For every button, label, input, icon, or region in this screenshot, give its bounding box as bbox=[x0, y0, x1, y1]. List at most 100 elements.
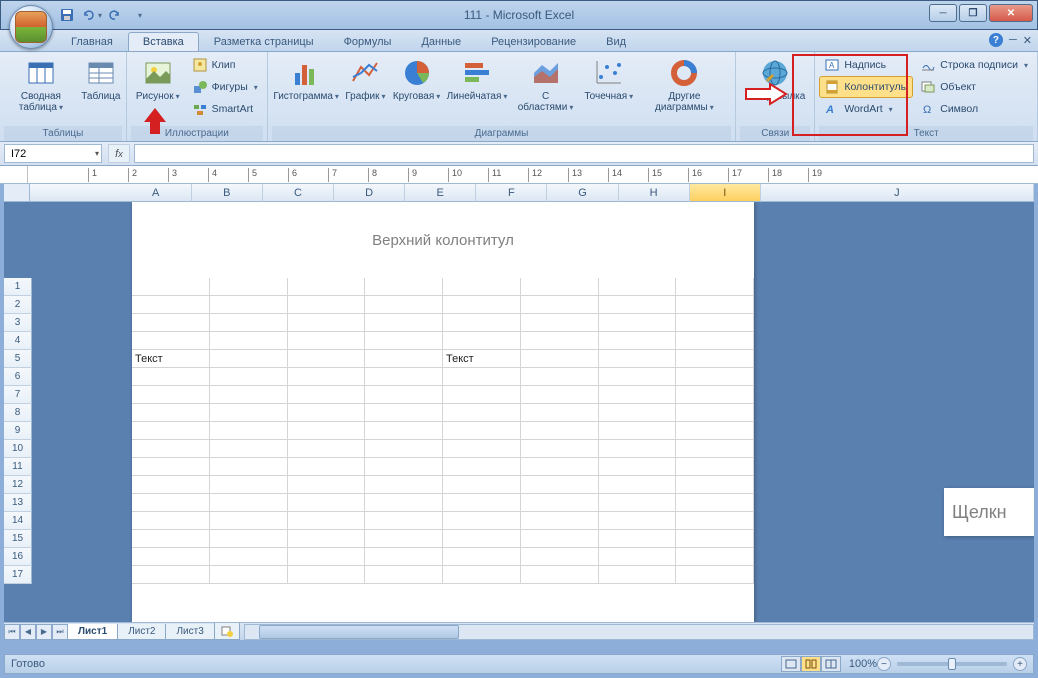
cell[interactable] bbox=[210, 278, 288, 296]
cell[interactable] bbox=[210, 296, 288, 314]
cell[interactable] bbox=[365, 440, 443, 458]
cell[interactable] bbox=[443, 404, 521, 422]
cell[interactable] bbox=[443, 368, 521, 386]
row-header[interactable]: 1 bbox=[4, 278, 32, 296]
cell[interactable] bbox=[288, 566, 366, 584]
cell[interactable] bbox=[210, 404, 288, 422]
sheet-tab-3[interactable]: Лист3 bbox=[165, 624, 214, 640]
cell[interactable] bbox=[210, 440, 288, 458]
cell[interactable] bbox=[132, 368, 210, 386]
cell[interactable] bbox=[676, 404, 754, 422]
cell[interactable] bbox=[132, 386, 210, 404]
cell[interactable] bbox=[365, 278, 443, 296]
smartart-button[interactable]: SmartArt bbox=[187, 98, 263, 120]
column-header[interactable]: D bbox=[334, 184, 405, 202]
row-header[interactable]: 17 bbox=[4, 566, 32, 584]
bar-chart-button[interactable]: Линейчатая▾ bbox=[445, 54, 509, 105]
maximize-button[interactable]: ❐ bbox=[959, 4, 987, 22]
cell[interactable] bbox=[599, 296, 677, 314]
cell[interactable] bbox=[599, 548, 677, 566]
cell[interactable] bbox=[210, 350, 288, 368]
sheet-nav-prev[interactable]: ◀ bbox=[20, 624, 36, 640]
tab-data[interactable]: Данные bbox=[406, 32, 476, 51]
cell[interactable] bbox=[210, 422, 288, 440]
chevron-down-icon[interactable]: ▾ bbox=[95, 149, 99, 158]
cell[interactable] bbox=[521, 566, 599, 584]
cell[interactable] bbox=[288, 530, 366, 548]
fx-button[interactable]: fx bbox=[108, 144, 130, 163]
page-header-area[interactable]: Верхний колонтитул bbox=[132, 202, 754, 278]
cell[interactable] bbox=[676, 458, 754, 476]
cell[interactable] bbox=[210, 332, 288, 350]
cell[interactable] bbox=[365, 512, 443, 530]
cell[interactable] bbox=[443, 530, 521, 548]
cell[interactable] bbox=[599, 512, 677, 530]
view-page-layout-button[interactable] bbox=[801, 656, 821, 672]
horizontal-scrollbar[interactable] bbox=[244, 624, 1034, 640]
clip-button[interactable]: Клип bbox=[187, 54, 263, 76]
cell[interactable] bbox=[599, 278, 677, 296]
column-header[interactable]: F bbox=[476, 184, 547, 202]
cell[interactable] bbox=[288, 476, 366, 494]
cell[interactable] bbox=[132, 314, 210, 332]
cell[interactable] bbox=[288, 278, 366, 296]
tab-home[interactable]: Главная bbox=[56, 32, 128, 51]
next-page-hint[interactable]: Щелкн bbox=[944, 488, 1034, 536]
cell[interactable] bbox=[676, 512, 754, 530]
cell[interactable] bbox=[132, 566, 210, 584]
column-header[interactable]: C bbox=[263, 184, 334, 202]
cell[interactable] bbox=[676, 566, 754, 584]
cell[interactable] bbox=[443, 512, 521, 530]
cell[interactable] bbox=[443, 386, 521, 404]
cell[interactable] bbox=[443, 296, 521, 314]
cell[interactable] bbox=[521, 314, 599, 332]
cell[interactable] bbox=[288, 368, 366, 386]
zoom-slider-thumb[interactable] bbox=[948, 658, 956, 670]
row-header[interactable]: 4 bbox=[4, 332, 32, 350]
row-header[interactable]: 6 bbox=[4, 368, 32, 386]
cell[interactable] bbox=[599, 530, 677, 548]
cell[interactable] bbox=[676, 530, 754, 548]
cell[interactable] bbox=[132, 422, 210, 440]
cell[interactable] bbox=[365, 548, 443, 566]
view-page-break-button[interactable] bbox=[821, 656, 841, 672]
save-button[interactable] bbox=[57, 5, 77, 25]
column-header[interactable]: I bbox=[690, 184, 761, 202]
cell[interactable] bbox=[132, 494, 210, 512]
cell[interactable] bbox=[599, 494, 677, 512]
cell[interactable] bbox=[676, 332, 754, 350]
cell[interactable] bbox=[132, 548, 210, 566]
cell[interactable] bbox=[599, 566, 677, 584]
scrollbar-thumb[interactable] bbox=[259, 625, 459, 639]
cell[interactable] bbox=[288, 512, 366, 530]
cell[interactable] bbox=[365, 404, 443, 422]
cell[interactable] bbox=[676, 476, 754, 494]
column-header[interactable]: A bbox=[121, 184, 192, 202]
cell[interactable] bbox=[210, 512, 288, 530]
row-header[interactable]: 5 bbox=[4, 350, 32, 368]
column-header[interactable]: B bbox=[192, 184, 263, 202]
cells-grid[interactable]: ТекстТекст bbox=[132, 278, 754, 584]
sheet-nav-next[interactable]: ▶ bbox=[36, 624, 52, 640]
object-button[interactable]: Объект bbox=[915, 76, 1033, 98]
cell[interactable] bbox=[365, 476, 443, 494]
cell[interactable] bbox=[443, 332, 521, 350]
cell[interactable] bbox=[288, 548, 366, 566]
cell[interactable] bbox=[210, 368, 288, 386]
cell[interactable] bbox=[599, 476, 677, 494]
name-box[interactable]: I72 ▾ bbox=[4, 144, 102, 163]
row-header[interactable]: 14 bbox=[4, 512, 32, 530]
cell[interactable] bbox=[676, 422, 754, 440]
line-chart-button[interactable]: График▾ bbox=[342, 54, 388, 105]
formula-input[interactable] bbox=[134, 144, 1034, 163]
cell[interactable] bbox=[521, 476, 599, 494]
column-header[interactable]: J bbox=[761, 184, 1034, 202]
cell[interactable] bbox=[210, 566, 288, 584]
cell[interactable] bbox=[210, 386, 288, 404]
cell[interactable] bbox=[599, 368, 677, 386]
cell[interactable] bbox=[443, 548, 521, 566]
cell[interactable] bbox=[365, 332, 443, 350]
shapes-button[interactable]: Фигуры▾ bbox=[187, 76, 263, 98]
cell[interactable] bbox=[443, 440, 521, 458]
tab-formulas[interactable]: Формулы bbox=[329, 32, 407, 51]
